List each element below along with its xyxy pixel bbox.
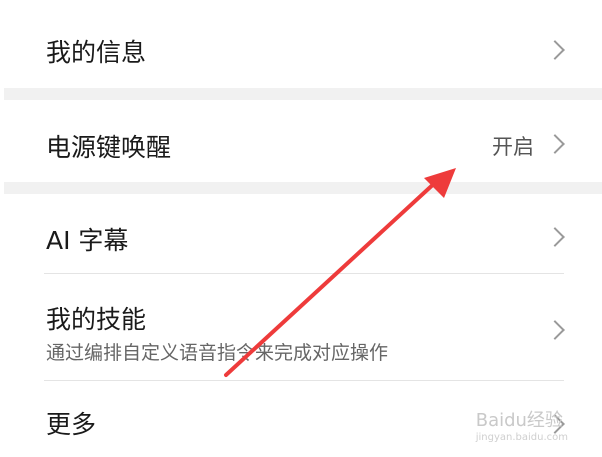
watermark-url: jingyan.baidu.com [475,432,568,443]
watermark-logo: Baidu经验 jingyan.baidu.com [476,406,568,443]
watermark-brand: Baidu经验 [475,410,563,431]
annotation-arrow [224,168,456,377]
